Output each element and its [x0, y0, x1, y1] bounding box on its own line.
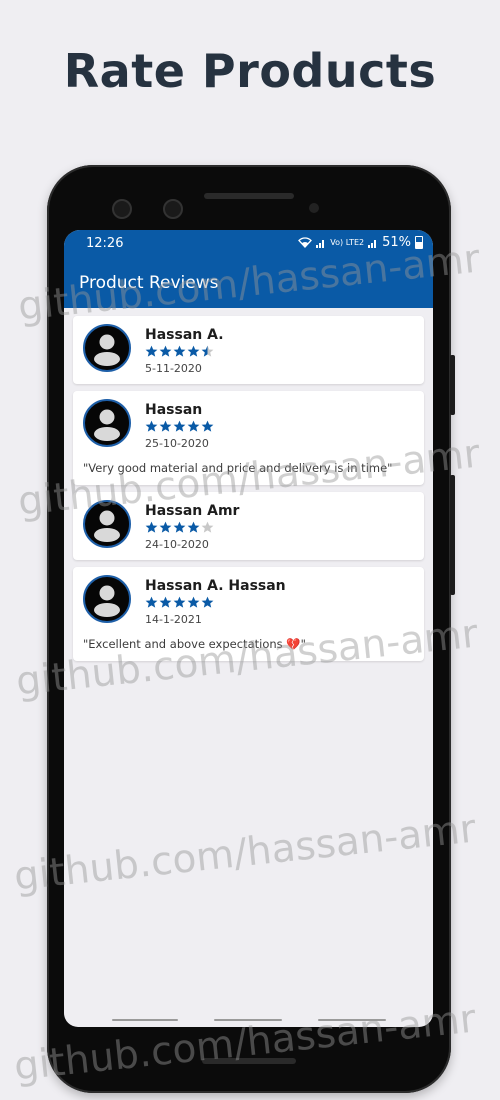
reviewer-name: Hassan Amr: [145, 503, 240, 519]
reviewer-name: Hassan: [145, 402, 203, 418]
review-info: Hassan A. 5-11-2020: [145, 324, 224, 375]
power-button: [450, 475, 455, 595]
review-comment: "Excellent and above expectations 💔": [83, 637, 306, 651]
review-card: Hassan 25-10-2020 "Very good material and …: [73, 391, 424, 485]
status-bar: 12:26 Vo) LTE2 51%: [64, 230, 433, 258]
avatar-icon: [83, 324, 131, 372]
star-filled-icon: [173, 596, 186, 608]
review-header: Hassan A. 5-11-2020: [73, 316, 424, 375]
review-info: Hassan A. Hassan 14-1-2021: [145, 575, 286, 626]
app-bar: Product Reviews: [64, 258, 433, 308]
rating-stars: [145, 420, 214, 434]
nav-recents-button[interactable]: [318, 1019, 386, 1021]
review-card: Hassan A. 5-11-2020: [73, 316, 424, 384]
front-camera-icon: [112, 199, 132, 219]
avatar-icon: [83, 500, 131, 548]
page-title: Rate Products: [63, 44, 437, 98]
star-filled-icon: [145, 420, 158, 432]
review-header: Hassan A. Hassan 14-1-2021: [73, 567, 424, 626]
review-date: 25-10-2020: [145, 437, 209, 450]
star-filled-icon: [173, 420, 186, 432]
star-filled-icon: [201, 420, 214, 432]
app-bar-title: Product Reviews: [79, 273, 219, 293]
star-filled-icon: [187, 420, 200, 432]
status-icons: Vo) LTE2 51%: [298, 235, 423, 250]
reviewer-name: Hassan A.: [145, 327, 224, 343]
star-filled-icon: [145, 521, 158, 533]
star-half-icon: [201, 345, 214, 357]
star-filled-icon: [159, 521, 172, 533]
review-comment: "Very good material and price and delive…: [83, 461, 393, 475]
review-header: Hassan Amr 24-10-2020: [73, 492, 424, 551]
star-filled-icon: [145, 596, 158, 608]
signal-icon: [368, 239, 377, 248]
earpiece-speaker: [204, 193, 294, 199]
lte-label: Vo) LTE2: [330, 237, 365, 247]
review-info: Hassan 25-10-2020: [145, 399, 214, 450]
rating-stars: [145, 596, 286, 610]
review-date: 14-1-2021: [145, 613, 202, 626]
signal-icon: [316, 239, 325, 248]
battery-percent: 51%: [382, 235, 411, 250]
star-filled-icon: [201, 596, 214, 608]
rating-stars: [145, 521, 239, 535]
phone-screen: 12:26 Vo) LTE2 51% Product Reviews Hassa…: [64, 230, 433, 1027]
review-card: Hassan A. Hassan 14-1-2021 "Excellent and …: [73, 567, 424, 661]
nav-back-button[interactable]: [112, 1019, 178, 1021]
review-date: 24-10-2020: [145, 538, 209, 551]
avatar-icon: [83, 575, 131, 623]
review-date: 5-11-2020: [145, 362, 202, 375]
review-card: Hassan Amr 24-10-2020: [73, 492, 424, 560]
bottom-speaker: [202, 1058, 296, 1064]
status-time: 12:26: [86, 236, 124, 251]
star-filled-icon: [187, 345, 200, 357]
star-filled-icon: [159, 345, 172, 357]
star-filled-icon: [173, 521, 186, 533]
volume-button: [450, 355, 455, 415]
review-list: Hassan A. 5-11-2020 Hassan 25-10-2020 "Very …: [64, 308, 433, 661]
review-info: Hassan Amr 24-10-2020: [145, 500, 239, 551]
sensor-icon: [309, 203, 319, 213]
star-filled-icon: [187, 521, 200, 533]
star-filled-icon: [159, 420, 172, 432]
wifi-icon: [298, 237, 313, 248]
star-filled-icon: [159, 596, 172, 608]
battery-icon: [415, 236, 423, 249]
nav-home-button[interactable]: [214, 1019, 282, 1021]
review-header: Hassan 25-10-2020: [73, 391, 424, 450]
reviewer-name: Hassan A. Hassan: [145, 578, 286, 594]
avatar-icon: [83, 399, 131, 447]
star-empty-icon: [201, 521, 214, 533]
star-filled-icon: [173, 345, 186, 357]
star-filled-icon: [145, 345, 158, 357]
star-filled-icon: [187, 596, 200, 608]
front-camera-icon: [163, 199, 183, 219]
rating-stars: [145, 345, 224, 359]
